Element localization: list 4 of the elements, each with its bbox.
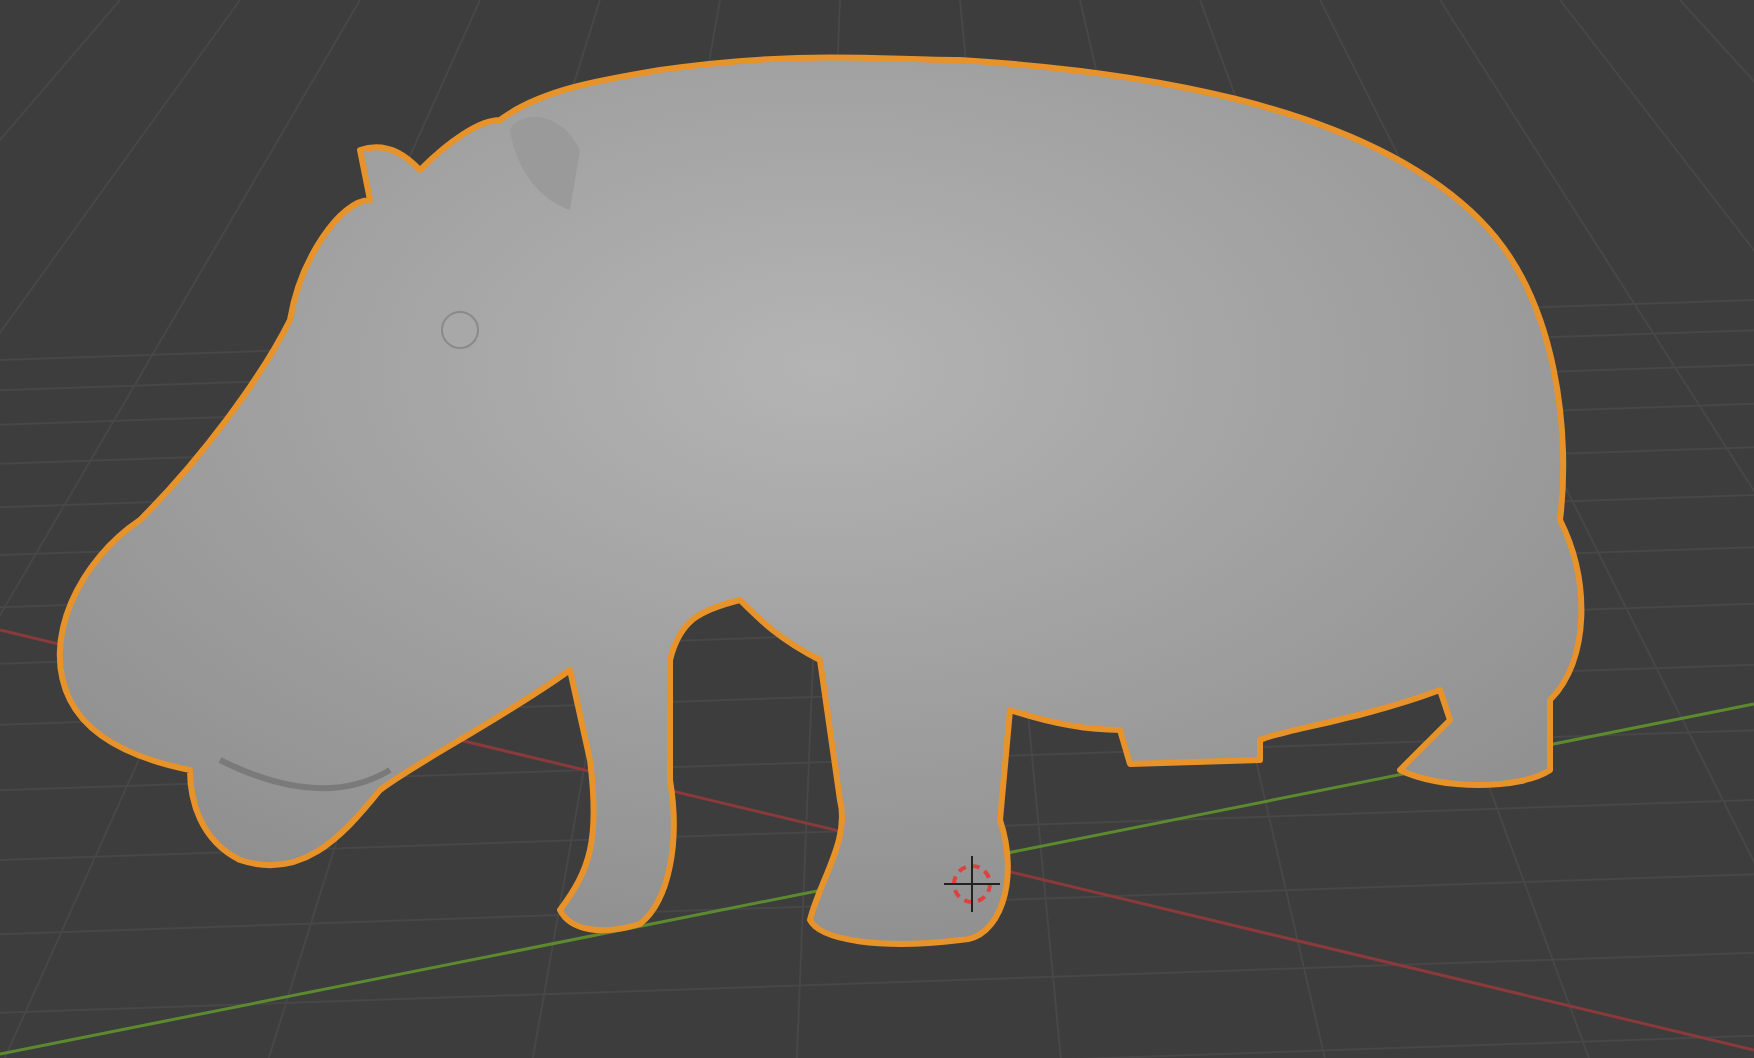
3d-cursor-icon[interactable]: [943, 855, 1001, 913]
hippo-ear: [510, 116, 580, 210]
hippo-model[interactable]: [56, 54, 1585, 947]
hippo-eye: [441, 311, 479, 349]
